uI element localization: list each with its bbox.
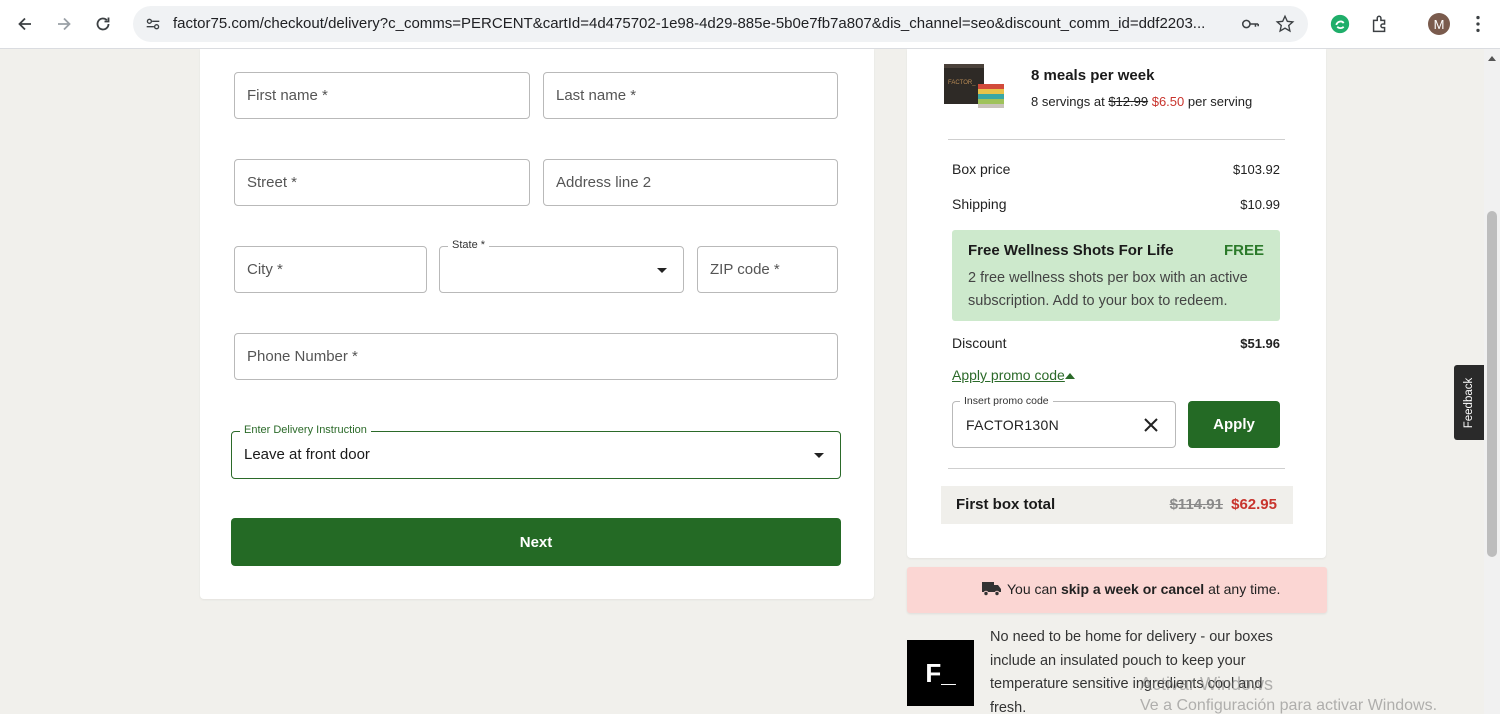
state-label: State * [448, 239, 490, 251]
kebab-menu-icon[interactable] [1466, 12, 1490, 36]
feedback-tab[interactable]: Feedback [1454, 365, 1484, 440]
skip-prefix: You can [1007, 581, 1058, 597]
serving-old-price: $12.99 [1108, 94, 1149, 109]
first-name-placeholder: First name * [247, 87, 328, 104]
windows-watermark-title: Activar Windows [1140, 674, 1274, 694]
city-field[interactable]: City * [234, 246, 427, 293]
arrow-right-icon [58, 17, 71, 31]
total-label: First box total [956, 496, 1056, 513]
promo-title: Free Wellness Shots For Life [968, 242, 1174, 259]
phone-number-field[interactable]: Phone Number * [234, 333, 838, 380]
delivery-instruction-select[interactable]: Enter Delivery Instruction Leave at fron… [231, 424, 841, 479]
arrow-left-icon [18, 17, 31, 31]
meal-box-image: FACTOR_ [944, 64, 1004, 108]
extensions-puzzle-icon[interactable] [1368, 12, 1392, 36]
page-scrollbar[interactable] [1484, 49, 1500, 714]
password-key-icon[interactable] [1239, 13, 1261, 35]
serving-new-price: $6.50 [1151, 94, 1185, 109]
serving-suffix: per serving [1187, 94, 1253, 109]
apply-button[interactable]: Apply [1188, 401, 1280, 448]
delivery-instruction-label: Enter Delivery Instruction [240, 424, 371, 436]
zip-code-field[interactable]: ZIP code * [697, 246, 838, 293]
chevron-down-icon [657, 268, 667, 273]
wellness-shots-promo: Free Wellness Shots For Life FREE 2 free… [952, 230, 1280, 321]
chevron-down-icon [814, 453, 824, 458]
zip-code-placeholder: ZIP code * [710, 261, 780, 278]
skip-cancel-banner: You can skip a week or cancel at any tim… [907, 567, 1327, 613]
phone-number-placeholder: Phone Number * [247, 348, 358, 365]
promo-code-input[interactable]: Insert promo code FACTOR130N [952, 395, 1176, 448]
delivery-instruction-value: Leave at front door [244, 446, 370, 463]
state-select[interactable]: State * [439, 239, 684, 293]
promo-code-label: Insert promo code [960, 395, 1053, 407]
city-placeholder: City * [247, 261, 283, 278]
address-line2-placeholder: Address line 2 [556, 174, 652, 191]
street-field[interactable]: Street * [234, 159, 530, 206]
shipping-value: $10.99 [1240, 197, 1280, 212]
shipping-label: Shipping [952, 196, 1007, 212]
box-price-value: $103.92 [1233, 162, 1280, 177]
browser-toolbar: factor75.com/checkout/delivery?c_comms=P… [0, 0, 1500, 49]
forward-button[interactable] [50, 10, 78, 38]
address-bar[interactable]: factor75.com/checkout/delivery?c_comms=P… [133, 6, 1308, 42]
windows-watermark-subtitle: Ve a Configuración para activar Windows. [1140, 697, 1438, 714]
delivery-form-card [200, 49, 874, 599]
last-name-placeholder: Last name * [556, 87, 637, 104]
skip-bold: skip a week or cancel [1060, 581, 1205, 597]
svg-text:FACTOR_: FACTOR_ [948, 80, 976, 86]
first-name-field[interactable]: First name * [234, 72, 530, 119]
discount-label: Discount [952, 335, 1007, 351]
back-button[interactable] [11, 10, 39, 38]
factor-logo: F_ [907, 640, 974, 706]
discount-value: $51.96 [1240, 336, 1280, 351]
feedback-label: Feedback [1463, 377, 1475, 428]
skip-cancel-text: You can skip a week or cancel at any tim… [1007, 581, 1280, 597]
serving-price: 8 servings at $12.99 $6.50 per serving [1031, 94, 1252, 109]
scrollbar-thumb[interactable] [1487, 211, 1497, 557]
profile-avatar[interactable]: M [1428, 13, 1450, 35]
promo-description: 2 free wellness shots per box with an ac… [968, 270, 1248, 309]
first-box-total: First box total $114.91 $62.95 [941, 486, 1293, 524]
apply-promo-code-link[interactable]: Apply promo code [952, 367, 1065, 383]
promo-code-value[interactable]: FACTOR130N [966, 417, 1059, 433]
skip-suffix: at any time. [1208, 581, 1281, 597]
close-icon[interactable] [1141, 415, 1161, 435]
total-new-price: $62.95 [1231, 496, 1277, 513]
box-price-label: Box price [952, 161, 1011, 177]
bookmark-star-icon[interactable] [1274, 13, 1296, 35]
total-old-price: $114.91 [1169, 496, 1223, 513]
extension-green-icon[interactable] [1328, 12, 1352, 36]
serving-prefix: 8 servings at [1031, 94, 1105, 109]
divider [948, 139, 1285, 140]
street-placeholder: Street * [247, 174, 298, 191]
last-name-field[interactable]: Last name * [543, 72, 838, 119]
chevron-up-icon[interactable] [1065, 373, 1075, 379]
reload-icon [96, 17, 110, 31]
meals-per-week-title: 8 meals per week [1031, 67, 1155, 84]
address-line2-field[interactable]: Address line 2 [543, 159, 838, 206]
divider [948, 468, 1285, 469]
truck-icon [982, 582, 1001, 597]
site-info-icon[interactable] [141, 12, 165, 36]
promo-free-badge: FREE [1223, 242, 1264, 259]
url-text[interactable]: factor75.com/checkout/delivery?c_comms=P… [173, 15, 1223, 32]
reload-button[interactable] [89, 10, 117, 38]
scroll-up-icon[interactable] [1488, 56, 1496, 61]
next-button[interactable]: Next [231, 518, 841, 566]
